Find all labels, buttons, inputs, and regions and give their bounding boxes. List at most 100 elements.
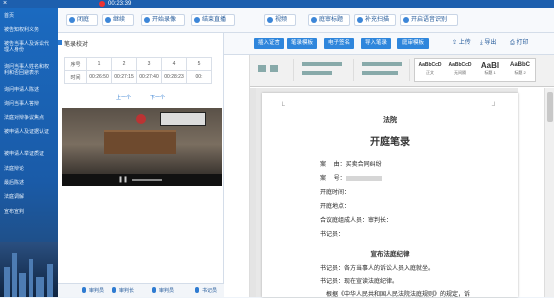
style-heading-2[interactable]: AaBbC 标题 2 xyxy=(506,61,534,76)
rule-line: 书记员：各方当事人的诉讼人员入庭就坐。 xyxy=(320,265,435,272)
microphone-icon xyxy=(403,17,409,23)
ribbon-group-paragraph[interactable] xyxy=(358,59,410,81)
table-header: 时间 xyxy=(64,70,87,84)
sidebar-item-evidence[interactable]: 被申请人及证据认证 xyxy=(0,129,52,135)
speaker-buttons: 审判员 审判长 审判员 书记员 xyxy=(58,283,224,297)
microphone-icon xyxy=(82,287,86,293)
speaker-button-judge[interactable]: 审判员 xyxy=(82,287,104,294)
ribbon-group-font[interactable] xyxy=(298,59,354,81)
city-skyline-image xyxy=(0,242,58,297)
microphone-icon xyxy=(112,287,116,293)
panel-members-line: 合议庭组成人员：审判长： xyxy=(320,217,393,224)
table-cell[interactable]: 00:26:50 xyxy=(86,70,112,84)
live-icon xyxy=(194,17,200,23)
continue-button[interactable]: 继续 xyxy=(102,14,134,26)
court-emblem-icon xyxy=(136,114,146,124)
document-page[interactable]: └ ┘ 法院 开庭笔录 案 由：买卖合同纠纷 案 号： 开庭时间： 开庭地点： … xyxy=(262,93,518,298)
sidebar-item-focus[interactable]: 法庭对辩争议焦点 xyxy=(0,115,58,121)
table-cell[interactable]: 5 xyxy=(186,57,212,71)
sidebar-item-final-statement[interactable]: 最后陈述 xyxy=(0,180,58,186)
sidebar-item-home[interactable]: 首页 xyxy=(0,13,58,19)
close-icon[interactable]: × xyxy=(3,0,7,8)
ribbon-group-clipboard[interactable] xyxy=(254,59,294,81)
table-cell[interactable]: 00:27:40 xyxy=(136,70,162,84)
sidebar-item-cross-exam[interactable]: 被申请人举证质证 xyxy=(0,151,58,157)
hearing-time-line: 开庭时间： xyxy=(320,189,351,196)
sidebar-item-mediation[interactable]: 法庭调解 xyxy=(0,194,58,200)
title-icon xyxy=(311,17,317,23)
record-icon xyxy=(144,17,150,23)
scan-icon xyxy=(357,17,363,23)
table-header: 序号 xyxy=(64,57,87,71)
document-toolbar: 插入证言 笔录模板 电子签名 导入笔录 庭审模板 ⇪ 上传 ⤓ 导出 ⎙ 打印 xyxy=(224,33,554,55)
section-marker-icon xyxy=(58,40,62,45)
play-icon xyxy=(105,17,111,23)
table-cell[interactable]: 1 xyxy=(86,57,112,71)
export-button[interactable]: ⤓ 导出 xyxy=(480,38,496,49)
table-cell[interactable]: 2 xyxy=(111,57,137,71)
print-button[interactable]: ⎙ 打印 xyxy=(510,38,529,49)
word-ribbon: AaBbCcD 正文 AaBbCcD 无间隔 AaBl 标题 1 AaBbC 标题 2 xyxy=(250,55,554,87)
microphone-icon xyxy=(152,287,156,293)
insert-testimony-button[interactable]: 插入证言 xyxy=(254,38,284,49)
sidebar-item-rights[interactable]: 被告知权利义务 xyxy=(0,27,58,33)
video-button[interactable]: 视频 xyxy=(264,14,296,26)
next-link[interactable]: 下一个 xyxy=(150,94,165,101)
vertical-scrollbar[interactable] xyxy=(544,88,554,297)
sidebar-item-defense[interactable]: 询问当事人答辩 xyxy=(0,101,58,107)
style-no-spacing[interactable]: AaBbCcD 无间隔 xyxy=(446,61,474,76)
courtroom-video[interactable]: ❚❚ xyxy=(62,108,222,186)
recording-timer: 00:23:39 xyxy=(108,1,132,7)
title-bar: × 00:23:39 xyxy=(0,0,554,8)
sidebar-item-debate[interactable]: 法庭辩论 xyxy=(0,166,58,172)
table-row: 时间 00:26:50 00:27:15 00:27:40 00:28:23 0… xyxy=(64,70,212,84)
transcript-proofread-panel: 笔录校对 序号 1 2 3 4 5 时间 00:26:50 00:27:15 0… xyxy=(58,33,224,297)
recording-icon xyxy=(99,1,105,7)
scrollbar-thumb[interactable] xyxy=(547,92,553,122)
speaker-button-clerk[interactable]: 书记员 xyxy=(195,287,217,294)
sidebar-item-recusal[interactable]: 询问当事人姓名和权利和否回避表示 xyxy=(0,64,52,76)
table-row: 序号 1 2 3 4 5 xyxy=(64,57,212,71)
rule-line: 书记员：现在宣读法庭纪律。 xyxy=(320,278,399,285)
sidebar-item-identity[interactable]: 被告当事人及诉讼代理人身份 xyxy=(0,41,52,53)
courtroom-image xyxy=(62,108,222,174)
page-corner-mark: └ xyxy=(280,103,285,110)
adjourn-button[interactable]: 闭庭 xyxy=(66,14,98,26)
video-controls[interactable]: ❚❚ xyxy=(62,174,222,186)
start-recording-button[interactable]: 开始录像 xyxy=(141,14,185,26)
table-cell[interactable]: 4 xyxy=(161,57,187,71)
speaker-button-judge-2[interactable]: 审判员 xyxy=(152,287,174,294)
prev-link[interactable]: 上一个 xyxy=(116,94,131,101)
trial-template-button[interactable]: 庭审模板 xyxy=(397,38,429,49)
style-normal[interactable]: AaBbCcD 正文 xyxy=(416,61,444,76)
sidebar-item-applicant-statement[interactable]: 询问申请人陈述 xyxy=(0,87,58,93)
end-live-button[interactable]: 结束直播 xyxy=(191,14,235,26)
table-cell[interactable]: 00:28:23 xyxy=(161,70,187,84)
styles-gallery[interactable]: AaBbCcD 正文 AaBbCcD 无间隔 AaBl 标题 1 AaBbC 标题 2 xyxy=(414,58,536,82)
video-icon xyxy=(267,17,273,23)
case-cause-line: 案 由：买卖合同纠纷 xyxy=(320,161,382,168)
supplement-scan-button[interactable]: 补充扫描 xyxy=(354,14,396,26)
pause-icon[interactable]: ❚❚ xyxy=(118,177,128,183)
import-transcript-button[interactable]: 导入笔录 xyxy=(361,38,391,49)
sidebar-item-verdict[interactable]: 宣布宣判 xyxy=(0,209,58,215)
speaker-button-presiding[interactable]: 审判长 xyxy=(112,287,134,294)
video-progress-bar[interactable] xyxy=(132,179,162,181)
speech-recognition-button[interactable]: 开启语音识别 xyxy=(400,14,458,26)
style-heading-1[interactable]: AaBl 标题 1 xyxy=(476,61,504,76)
microphone-icon xyxy=(195,287,199,293)
table-cell[interactable]: 00: xyxy=(186,70,212,84)
document-title: 开庭笔录 xyxy=(370,137,410,148)
table-cell[interactable]: 00:27:15 xyxy=(111,70,137,84)
upload-button[interactable]: ⇪ 上传 xyxy=(452,38,471,49)
e-signature-button[interactable]: 电子签名 xyxy=(324,38,354,49)
table-cell[interactable]: 3 xyxy=(136,57,162,71)
judge-bench xyxy=(104,130,176,154)
transcript-template-button[interactable]: 笔录模板 xyxy=(287,38,317,49)
page-corner-mark: ┘ xyxy=(492,103,497,110)
case-number-line: 案 号： xyxy=(320,173,382,182)
hearing-place-line: 开庭地点： xyxy=(320,203,351,210)
export-icon: ⤓ xyxy=(480,40,483,46)
trial-title-button[interactable]: 庭审标题 xyxy=(308,14,350,26)
upload-icon: ⇪ xyxy=(452,40,458,46)
